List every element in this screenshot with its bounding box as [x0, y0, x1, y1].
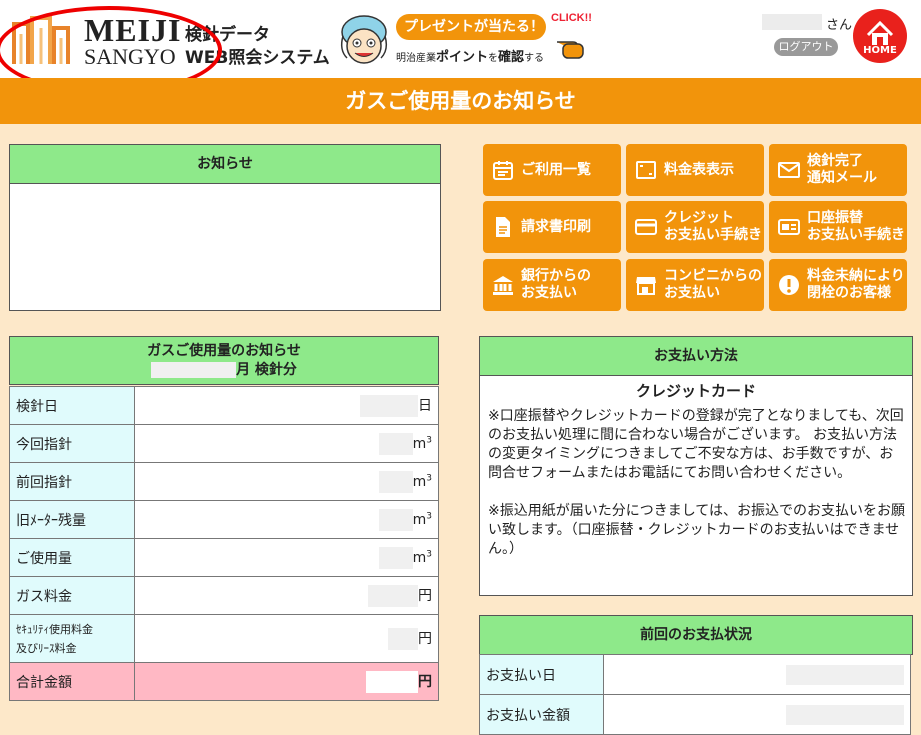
row-label: 合計金額: [9, 662, 135, 701]
menu-button-4[interactable]: 請求書印刷: [483, 201, 621, 253]
row-label: ご使用量: [9, 538, 135, 577]
row-value: [603, 654, 911, 695]
row-label: 検針日: [9, 386, 135, 425]
fullscreen-icon: [636, 161, 656, 179]
menu-button-8[interactable]: コンビニからの お支払い: [626, 259, 764, 311]
header: MEIJI SANGYO 検針データ WEB照会システム プレゼントが当たる！ …: [0, 0, 921, 94]
payment-note-1: ※口座振替やクレジットカードの登録が完了となりましても、次回のお支払い処理に間に…: [488, 408, 904, 481]
usage-title: ガスご使用量のお知らせ: [147, 343, 301, 359]
total-row: 合計金額円: [9, 662, 439, 701]
bank-card-icon: [778, 219, 800, 235]
usage-table: 検針日日 今回指針 m3 前回指針 m3 旧ﾒｰﾀｰ残量 m3 ご使用量 m3 ガス料金…: [9, 386, 439, 701]
usage-heading: ガスご使用量のお知らせ 月 検針分: [9, 336, 439, 385]
table-row: ご使用量 m3: [9, 538, 439, 577]
row-label: 前回指針: [9, 462, 135, 501]
row-value: 円: [134, 662, 439, 701]
payment-method-heading: お支払い方法: [479, 336, 913, 376]
row-label: お支払い金額: [479, 694, 604, 735]
previous-payment-table: お支払い日 お支払い金額: [479, 654, 911, 735]
present-promo-badge[interactable]: プレゼントが当たる！: [396, 14, 546, 40]
home-button[interactable]: HOME: [853, 9, 907, 63]
menu-button-label: 口座振替 お支払い手続き: [807, 210, 905, 243]
table-row: ガス料金円: [9, 576, 439, 615]
menu-button-1[interactable]: ご利用一覧: [483, 144, 621, 196]
pointing-hand-icon[interactable]: [555, 30, 587, 60]
menu-button-label: 検針完了 通知メール: [807, 153, 877, 186]
point-check-link[interactable]: 明治産業ポイントを確認する: [396, 46, 544, 65]
menu-button-7[interactable]: 銀行からの お支払い: [483, 259, 621, 311]
row-label: ｾｷｭﾘﾃｨ使用料金 及びﾘｰｽ料金: [9, 614, 135, 663]
payment-method-value: クレジットカード: [635, 382, 756, 400]
credit-card-icon: [635, 219, 657, 235]
menu-button-label: クレジット お支払い手続き: [664, 210, 762, 243]
alert-icon: [779, 275, 799, 295]
menu-button-label: 料金表表示: [664, 161, 734, 178]
menu-button-label: 料金未納により 閉栓のお客様: [807, 268, 905, 301]
menu-button-6[interactable]: 口座振替 お支払い手続き: [769, 201, 907, 253]
user-name: [762, 14, 822, 30]
bank-icon: [493, 276, 513, 295]
masked-month: [151, 362, 237, 378]
table-row: 今回指針 m3: [9, 424, 439, 463]
notice-heading: お知らせ: [9, 144, 441, 184]
usage-subtitle: 月 検針分: [10, 361, 438, 380]
row-value: m3: [134, 500, 439, 539]
menu-button-label: コンビニからの お支払い: [664, 268, 762, 301]
payment-method-body: クレジットカード ※口座振替やクレジットカードの登録が完了となりましても、次回の…: [479, 375, 913, 596]
table-row: 検針日日: [9, 386, 439, 425]
menu-button-9[interactable]: 料金未納により 閉栓のお客様: [769, 259, 907, 311]
calendar-icon: [493, 161, 513, 180]
menu-button-3[interactable]: 検針完了 通知メール: [769, 144, 907, 196]
menu-button-label: ご利用一覧: [521, 161, 591, 178]
click-label[interactable]: CLICK!!: [551, 12, 592, 24]
row-value: [603, 694, 911, 735]
home-label: HOME: [863, 45, 897, 56]
mail-icon: [778, 162, 800, 178]
table-row: お支払い日: [479, 654, 911, 695]
row-value: 円: [134, 576, 439, 615]
row-value: 円: [134, 614, 439, 663]
row-label: 旧ﾒｰﾀｰ残量: [9, 500, 135, 539]
row-label: 今回指針: [9, 424, 135, 463]
table-row: 前回指針 m3: [9, 462, 439, 501]
menu-button-2[interactable]: 料金表表示: [626, 144, 764, 196]
page-title: ガスご使用量のお知らせ: [0, 78, 921, 124]
row-label: お支払い日: [479, 654, 604, 695]
row-label: ガス料金: [9, 576, 135, 615]
document-icon: [496, 217, 510, 237]
logout-button[interactable]: ログアウト: [774, 38, 838, 56]
store-icon: [636, 277, 656, 295]
row-value: 日: [134, 386, 439, 425]
row-value: m3: [134, 424, 439, 463]
previous-payment-heading: 前回のお支払状況: [479, 615, 913, 655]
payment-note-2: ※振込用紙が届いた分につきましては、お振込でのお支払いをお願い致します。（口座振…: [488, 503, 906, 557]
mascot-icon[interactable]: [335, 10, 393, 68]
row-value: m3: [134, 462, 439, 501]
row-value: m3: [134, 538, 439, 577]
table-row: ｾｷｭﾘﾃｨ使用料金 及びﾘｰｽ料金円: [9, 614, 439, 663]
menu-button-label: 請求書印刷: [521, 218, 591, 235]
user-suffix: さん: [826, 18, 853, 33]
menu-button-5[interactable]: クレジット お支払い手続き: [626, 201, 764, 253]
notice-body: [9, 183, 441, 311]
menu-button-label: 銀行からの お支払い: [521, 268, 591, 301]
table-row: お支払い金額: [479, 694, 911, 735]
table-row: 旧ﾒｰﾀｰ残量 m3: [9, 500, 439, 539]
